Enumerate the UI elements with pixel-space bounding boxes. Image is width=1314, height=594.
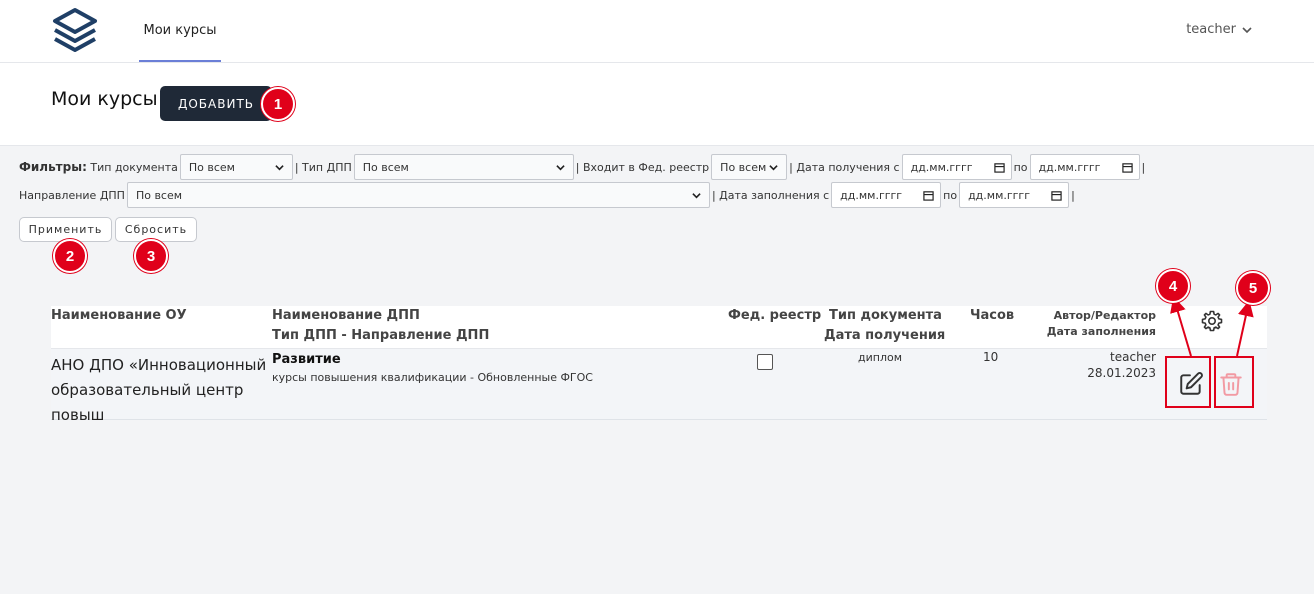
apply-button[interactable]: Применить — [19, 217, 112, 242]
registry-checkbox[interactable] — [757, 354, 773, 370]
row-org: АНО ДПО «Инновационный образовательный ц… — [51, 356, 267, 424]
chevron-down-icon — [692, 192, 701, 198]
delete-highlight-box — [1214, 356, 1254, 408]
row-dpp-type-dir: курсы повышения квалификации - Обновленн… — [272, 371, 593, 384]
annotation-badge-4: 4 — [1156, 269, 1190, 303]
dpp-type-label: | Тип ДПП — [294, 160, 352, 174]
separator: | — [1141, 160, 1146, 174]
add-button[interactable]: ДОБАВИТЬ — [160, 86, 272, 121]
registry-select[interactable]: По всем — [711, 154, 788, 180]
direction-label: Направление ДПП — [19, 188, 125, 202]
edit-highlight-box — [1165, 356, 1211, 408]
received-label: | Дата получения с — [789, 160, 900, 174]
col-dpp-name[interactable]: Наименование ДПП — [272, 306, 420, 326]
col-hours[interactable]: Часов — [970, 306, 1014, 326]
doc-type-label: Тип документа — [90, 160, 178, 174]
chevron-down-icon — [1242, 26, 1252, 33]
calendar-icon[interactable] — [1051, 190, 1062, 201]
filled-label: | Дата заполнения с — [711, 188, 830, 202]
filter-row-1: Фильтры: Тип документа По всем | Тип ДПП… — [19, 153, 1299, 181]
row-filled: 28.01.2023 — [1087, 366, 1156, 380]
calendar-icon[interactable] — [993, 162, 1005, 173]
chevron-down-icon — [275, 164, 284, 170]
annotation-badge-2: 2 — [53, 239, 87, 273]
doc-type-select[interactable]: По всем — [179, 154, 293, 180]
filled-to-label: по — [943, 188, 958, 202]
filters-panel: Фильтры: Тип документа По всем | Тип ДПП… — [19, 153, 1299, 209]
col-registry[interactable]: Фед. реестр — [728, 306, 821, 326]
separator: | — [1071, 188, 1075, 202]
col-received[interactable]: Дата получения — [824, 326, 945, 346]
filled-to-input[interactable]: дд.мм.гггг — [959, 182, 1070, 208]
row-dpp-name[interactable]: Развитие — [272, 352, 341, 367]
user-menu[interactable]: teacher — [1186, 22, 1252, 37]
chevron-down-icon — [769, 164, 778, 170]
col-dpp-type-dir[interactable]: Тип ДПП - Направление ДПП — [272, 326, 489, 346]
received-from-input[interactable]: дд.мм.гггг — [901, 154, 1012, 180]
row-doc-type: диплом — [858, 351, 903, 364]
received-to-label: по — [1013, 160, 1028, 174]
direction-select[interactable]: По всем — [126, 182, 710, 208]
user-name: teacher — [1186, 22, 1236, 37]
table-header: Наименование ОУ Наименование ДПП Тип ДПП… — [51, 306, 1267, 348]
table-row[interactable]: АНО ДПО «Инновационный образовательный ц… — [51, 348, 1267, 424]
col-doc-type[interactable]: Тип документа — [829, 306, 942, 326]
logo-icon[interactable] — [52, 7, 98, 53]
reset-button[interactable]: Сбросить — [115, 217, 197, 242]
col-org[interactable]: Наименование ОУ — [51, 306, 187, 326]
annotation-badge-5: 5 — [1236, 271, 1270, 305]
calendar-icon[interactable] — [923, 190, 934, 201]
received-to-input[interactable]: дд.мм.гггг — [1029, 154, 1140, 180]
filters-title: Фильтры: — [19, 160, 87, 174]
nav-tab-my-courses[interactable]: Мои курсы — [139, 0, 221, 62]
col-filled[interactable]: Дата заполнения — [1047, 322, 1156, 342]
courses-table: Наименование ОУ Наименование ДПП Тип ДПП… — [51, 306, 1267, 424]
registry-label: | Входит в Фед. реестр — [575, 160, 710, 174]
page-header: Мои курсы ДОБАВИТЬ — [0, 63, 1314, 146]
top-navbar: Мои курсы teacher — [0, 0, 1314, 63]
row-hours: 10 — [983, 350, 999, 364]
filter-row-2: Направление ДПП По всем | Дата заполнени… — [19, 181, 1299, 209]
filled-from-input[interactable]: дд.мм.гггг — [831, 182, 942, 208]
annotation-badge-3: 3 — [134, 239, 168, 273]
dpp-type-select[interactable]: По всем — [353, 154, 574, 180]
annotation-badge-1: 1 — [261, 87, 295, 121]
settings-gear-icon[interactable] — [1200, 309, 1224, 333]
row-author: teacher — [1110, 350, 1156, 364]
chevron-down-icon — [556, 164, 565, 170]
calendar-icon[interactable] — [1121, 162, 1133, 173]
page-title: Мои курсы — [51, 88, 158, 110]
